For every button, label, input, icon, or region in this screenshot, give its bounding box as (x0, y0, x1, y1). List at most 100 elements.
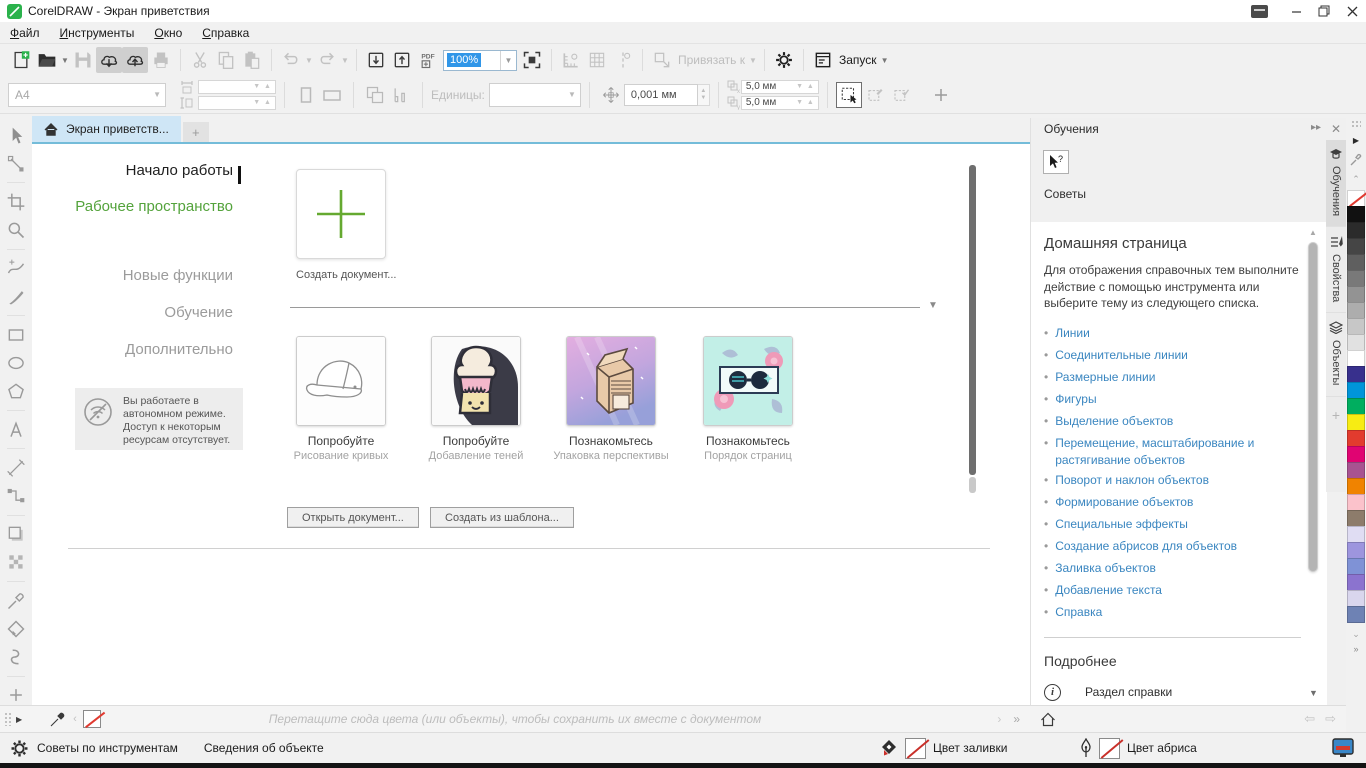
snap-dropdown-icon[interactable]: ▼ (748, 47, 758, 73)
undo-dropdown-icon[interactable]: ▼ (304, 47, 314, 73)
fill-winding-icon[interactable] (888, 82, 914, 108)
current-page-icon[interactable] (388, 82, 414, 108)
new-from-template-button[interactable]: Создать из шаблона... (430, 507, 574, 528)
help-topic-link[interactable]: •Добавление текста (1044, 579, 1296, 601)
add-docker-icon[interactable]: + (1326, 397, 1346, 423)
pick-tool[interactable] (4, 124, 28, 147)
help-section-row[interactable]: i Раздел справки (1044, 680, 1314, 704)
palette-bar-handle[interactable] (4, 712, 12, 726)
palette-expand-icon[interactable]: » (1353, 644, 1358, 654)
scroll-thumb[interactable] (1308, 242, 1318, 572)
eyedropper-tool[interactable] (4, 589, 28, 612)
artistic-media-tool[interactable] (4, 285, 28, 308)
import-icon[interactable] (363, 47, 389, 73)
display-color-icon[interactable] (1332, 738, 1354, 758)
palette-bar-prev-icon[interactable]: ‹ (73, 713, 77, 725)
polygon-tool[interactable] (4, 380, 28, 403)
grid-icon[interactable] (584, 47, 610, 73)
portrait-button[interactable] (293, 82, 319, 108)
color-swatch-a85391[interactable] (1347, 462, 1365, 479)
color-swatch-e0ddf3[interactable] (1347, 526, 1365, 543)
home-outline-icon[interactable] (1040, 712, 1056, 727)
docker-tab-2[interactable]: Свойства (1326, 227, 1346, 313)
smart-fill-tool[interactable] (4, 646, 28, 669)
color-swatch-f08300[interactable] (1347, 478, 1365, 495)
color-swatch-797979[interactable] (1347, 270, 1365, 287)
color-swatch-38308d[interactable] (1347, 366, 1365, 383)
text-tool[interactable] (4, 418, 28, 441)
palette-bar-next-icon[interactable]: › (997, 712, 1001, 726)
launch-icon[interactable] (810, 47, 836, 73)
color-swatch-e23b2e[interactable] (1347, 430, 1365, 447)
color-swatch-ffffff[interactable] (1347, 350, 1365, 367)
duplicate-x-field[interactable]: 5,0 мм▼ ▲ (741, 80, 819, 94)
no-color-swatch[interactable] (83, 710, 101, 728)
help-topic-link[interactable]: •Заливка объектов (1044, 557, 1296, 579)
color-swatch-fbc2cb[interactable] (1347, 494, 1365, 511)
palette-bar-eyedropper-icon[interactable] (50, 712, 65, 727)
color-swatch-111111[interactable] (1347, 206, 1365, 223)
color-swatch-none[interactable] (1347, 190, 1365, 207)
open-document-icon[interactable] (34, 47, 60, 73)
propbar-add-icon[interactable] (928, 82, 954, 108)
color-swatch-7f92d6[interactable] (1347, 558, 1365, 575)
palette-eyedropper-icon[interactable] (1350, 153, 1362, 166)
nav-forward-icon[interactable]: ⇨ (1325, 711, 1336, 727)
menu-file[interactable]: Файл (0, 22, 50, 43)
edit-fill-icon[interactable] (862, 82, 888, 108)
tutorial-card-3[interactable] (566, 336, 656, 426)
palette-drag-handle[interactable] (1351, 120, 1361, 128)
help-topic-link[interactable]: •Специальные эффекты (1044, 513, 1296, 535)
object-info-item[interactable]: Сведения об объекте (204, 741, 324, 755)
tutorial-card-4[interactable] (703, 336, 793, 426)
color-swatch-0095d9[interactable] (1347, 382, 1365, 399)
tutorial-card-2[interactable] (431, 336, 521, 426)
options-gear-icon[interactable] (771, 47, 797, 73)
cloud-download-icon[interactable] (96, 47, 122, 73)
color-swatch-454545[interactable] (1347, 238, 1365, 255)
welcome-nav-3[interactable]: Новые функции (123, 267, 233, 284)
zoom-dropdown-icon[interactable]: ▼ (500, 51, 516, 70)
welcome-nav-1[interactable]: Начало работы (126, 162, 233, 179)
help-topic-link[interactable]: •Выделение объектов (1044, 410, 1296, 432)
dimension-tool[interactable] (4, 456, 28, 479)
rulers-icon[interactable] (558, 47, 584, 73)
help-topic-link[interactable]: •Поворот и наклон объектов (1044, 469, 1296, 491)
status-gear-icon[interactable] (10, 739, 29, 758)
crop-tool[interactable] (4, 190, 28, 213)
palette-scroll-down-icon[interactable]: ⌄ (1352, 629, 1360, 640)
create-document-card[interactable] (296, 169, 386, 259)
help-topic-link[interactable]: •Фигуры (1044, 388, 1296, 410)
menu-window[interactable]: Окно (144, 22, 192, 43)
add-tool[interactable] (4, 684, 28, 707)
docker-close-icon[interactable]: ✕ (1326, 122, 1346, 136)
restore-button[interactable] (1310, 0, 1338, 22)
print-icon[interactable] (148, 47, 174, 73)
welcome-tab[interactable]: Экран приветств... (32, 116, 181, 142)
landscape-button[interactable] (319, 82, 345, 108)
ellipse-tool[interactable] (4, 352, 28, 375)
scroll-up-icon[interactable]: ▲ (1309, 228, 1317, 237)
menu-tools[interactable]: Инструменты (50, 22, 145, 43)
cut-icon[interactable] (187, 47, 213, 73)
fill-color-swatch[interactable] (905, 738, 926, 759)
welcome-scrollbar[interactable] (969, 165, 976, 510)
help-topic-link[interactable]: •Формирование объектов (1044, 491, 1296, 513)
new-tab-button[interactable]: + (183, 122, 209, 142)
color-swatch-f7ec13[interactable] (1347, 414, 1365, 431)
copy-icon[interactable] (213, 47, 239, 73)
outline-color-swatch[interactable] (1099, 738, 1120, 759)
save-icon[interactable] (70, 47, 96, 73)
all-pages-icon[interactable] (362, 82, 388, 108)
rectangle-tool[interactable] (4, 323, 28, 346)
cloud-upload-icon[interactable] (122, 47, 148, 73)
palette-bar-more-icon[interactable]: » (1013, 712, 1020, 726)
docker-collapse-icon[interactable]: ▸▸ (1306, 122, 1326, 136)
color-swatch-c7c7c7[interactable] (1347, 318, 1365, 335)
color-swatch-9d95de[interactable] (1347, 542, 1365, 559)
minimize-button[interactable] (1282, 0, 1310, 22)
connector-tool[interactable] (4, 484, 28, 507)
docker-tab-1[interactable]: Обучения (1326, 140, 1346, 227)
docker-scrollbar[interactable]: ▲ ▼ (1307, 228, 1320, 698)
open-document-button[interactable]: Открыть документ... (287, 507, 419, 528)
